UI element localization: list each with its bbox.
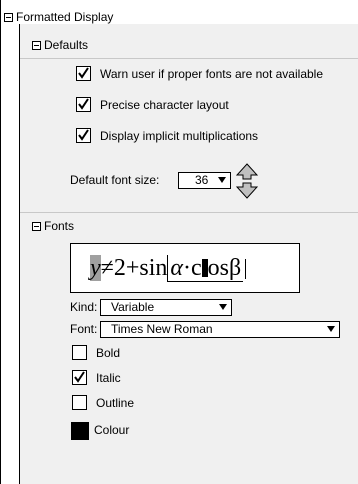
preview-expr: 2+sin (113, 255, 168, 281)
font-value: Times New Roman (111, 322, 213, 336)
italic-checkbox[interactable] (72, 370, 87, 385)
font-label: Font: (70, 322, 98, 336)
precise-layout-checkbox[interactable] (76, 97, 91, 112)
warn-fonts-checkbox[interactable] (76, 66, 91, 81)
defaults-expander-icon[interactable] (32, 41, 41, 50)
root-expander-icon[interactable] (4, 13, 13, 22)
font-preview-box: y≠2+sin α·c osβ (70, 243, 300, 293)
fonts-expander-icon[interactable] (32, 222, 41, 231)
font-select[interactable]: Times New Roman (100, 321, 340, 338)
divider (20, 212, 358, 213)
preview-y: y (90, 255, 101, 281)
kind-select[interactable]: Variable (100, 299, 232, 316)
preview-alpha: α (170, 255, 183, 281)
checkmark-icon (74, 371, 85, 383)
divider (20, 58, 358, 59)
checkmark-icon (78, 129, 89, 141)
colour-label: Colour (94, 423, 130, 437)
preview-c: c (190, 255, 202, 281)
checkmark-icon (78, 67, 89, 79)
preview-cdot: · (182, 255, 191, 281)
preview-argument-box: α·c osβ (167, 255, 244, 282)
font-size-value: 36 (195, 173, 209, 187)
chevron-down-icon (327, 326, 335, 332)
bold-checkbox[interactable] (72, 345, 87, 360)
fonts-section-label: Fonts (44, 219, 75, 233)
window-left-border (0, 0, 1, 484)
implicit-mult-checkbox[interactable] (76, 128, 91, 143)
preview-bracket-right (245, 259, 247, 279)
italic-label: Italic (96, 371, 121, 385)
chevron-down-icon (219, 304, 227, 310)
warn-fonts-label: Warn user if proper fonts are not availa… (100, 67, 324, 81)
preview-ne: ≠ (100, 255, 114, 281)
defaults-section-label: Defaults (44, 38, 89, 52)
bold-label: Bold (96, 346, 121, 360)
precise-layout-label: Precise character layout (100, 98, 229, 112)
kind-value: Variable (111, 300, 155, 314)
font-size-select[interactable]: 36 (178, 172, 231, 189)
font-size-label: Default font size: (70, 173, 160, 187)
kind-label: Kind: (70, 300, 98, 314)
implicit-mult-label: Display implicit multiplications (100, 129, 259, 143)
outline-checkbox[interactable] (72, 395, 87, 410)
colour-swatch[interactable] (71, 422, 89, 440)
font-size-stepper-icon[interactable] (236, 163, 258, 199)
outline-label: Outline (96, 396, 135, 410)
chevron-down-icon (218, 177, 226, 183)
tree-root-label: Formatted Display (16, 10, 114, 24)
preview-rest: osβ (207, 255, 242, 281)
math-preview: y≠2+sin α·c osβ (90, 246, 247, 290)
checkmark-icon (78, 98, 89, 110)
